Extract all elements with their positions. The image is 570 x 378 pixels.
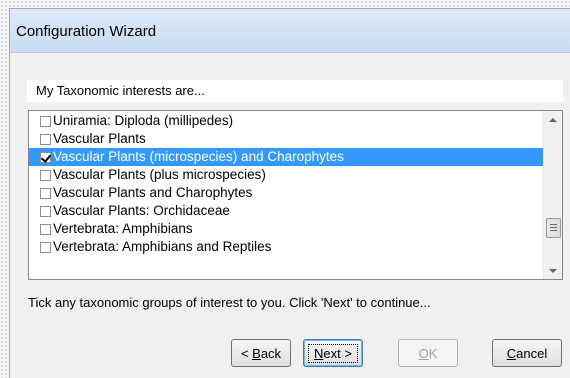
list-item-label: Vascular Plants (microspecies) and Charo…: [53, 149, 344, 164]
next-button[interactable]: Next >: [303, 339, 363, 367]
checkbox[interactable]: [40, 205, 51, 217]
cancel-button-label: Cancel: [506, 345, 548, 361]
title-bar[interactable]: Configuration Wizard: [10, 9, 570, 53]
wizard-content: My Taxonomic interests are... Uniramia: …: [10, 54, 570, 378]
scroll-up-button[interactable]: [544, 111, 562, 128]
list-item-label: Vascular Plants (plus microspecies): [53, 167, 266, 182]
taxonomic-groups-listbox[interactable]: Uniramia: Diploda (millipedes) Vascular P…: [28, 110, 563, 280]
vertical-scrollbar[interactable]: [543, 111, 562, 279]
list-item[interactable]: Vertebrata: Amphibians and Reptiles: [29, 238, 543, 256]
list-item[interactable]: Vertebrata: Amphibians: [29, 220, 543, 238]
list-item[interactable]: Vascular Plants (microspecies) and Charo…: [29, 148, 543, 166]
checkbox[interactable]: [40, 241, 51, 253]
checkbox[interactable]: [40, 223, 51, 235]
checkbox[interactable]: [40, 169, 51, 181]
back-button-label: < Back: [240, 345, 282, 361]
checkbox-checked[interactable]: [40, 151, 51, 163]
list-items: Uniramia: Diploda (millipedes) Vascular P…: [29, 112, 543, 256]
list-item[interactable]: Vascular Plants (plus microspecies): [29, 166, 543, 184]
list-item[interactable]: Uniramia: Diploda (millipedes): [29, 112, 543, 130]
grip-line-icon: [550, 230, 557, 231]
list-item[interactable]: Vascular Plants and Charophytes: [29, 184, 543, 202]
list-item-label: Vertebrata: Amphibians: [53, 221, 193, 236]
list-item-label: Vertebrata: Amphibians and Reptiles: [53, 239, 272, 254]
desktop-background-top: [0, 0, 570, 8]
desktop-background-left: [0, 0, 9, 378]
list-item-label: Vascular Plants and Charophytes: [53, 185, 253, 200]
checkbox[interactable]: [40, 115, 51, 127]
ok-button-label: OK: [418, 345, 438, 361]
prompt-panel: My Taxonomic interests are...: [27, 80, 563, 102]
list-item[interactable]: Vascular Plants: [29, 130, 543, 148]
scroll-thumb[interactable]: [546, 218, 561, 238]
list-item-label: Vascular Plants: Orchidaceae: [53, 203, 230, 218]
next-button-label: Next >: [308, 343, 358, 363]
cancel-button[interactable]: Cancel: [492, 339, 562, 367]
list-item-label: Vascular Plants: [53, 131, 146, 146]
scroll-up-arrow-icon: [549, 117, 557, 122]
list-item-label: Uniramia: Diploda (millipedes): [53, 113, 234, 128]
list-item[interactable]: Vascular Plants: Orchidaceae: [29, 202, 543, 220]
window-title: Configuration Wizard: [16, 23, 157, 40]
scroll-down-arrow-icon: [549, 268, 557, 273]
prompt-label: My Taxonomic interests are...: [36, 83, 205, 98]
grip-line-icon: [550, 227, 557, 228]
grip-line-icon: [550, 224, 557, 225]
checkbox[interactable]: [40, 133, 51, 145]
scroll-down-button[interactable]: [544, 262, 562, 279]
checkbox[interactable]: [40, 187, 51, 199]
back-button[interactable]: < Back: [231, 339, 291, 367]
configuration-wizard-window: Configuration Wizard My Taxonomic intere…: [9, 8, 570, 378]
instruction-text: Tick any taxonomic groups of interest to…: [28, 295, 431, 310]
ok-button[interactable]: OK: [398, 339, 458, 367]
